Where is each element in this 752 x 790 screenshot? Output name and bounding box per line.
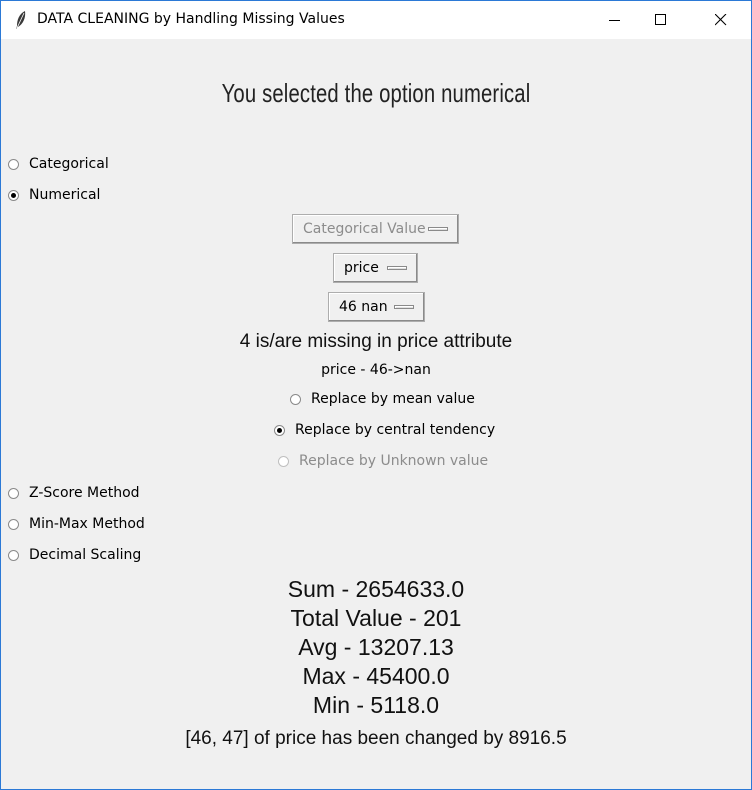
title-bar: DATA CLEANING by Handling Missing Values bbox=[1, 1, 751, 39]
radio-label: Min-Max Method bbox=[29, 516, 145, 532]
maximize-button[interactable] bbox=[638, 1, 684, 39]
radio-indicator bbox=[8, 189, 19, 201]
change-message: [46, 47] of price has been changed by 89… bbox=[185, 728, 567, 749]
app-window: DATA CLEANING by Handling Missing Values… bbox=[0, 0, 752, 790]
window-title: DATA CLEANING by Handling Missing Values bbox=[37, 11, 345, 27]
page-heading: You selected the option numerical bbox=[221, 78, 531, 108]
stat-total: Total Value - 201 bbox=[290, 605, 462, 631]
close-icon bbox=[715, 14, 727, 26]
radio-indicator bbox=[290, 393, 301, 405]
radio-label: Categorical bbox=[29, 156, 109, 172]
close-button[interactable] bbox=[698, 1, 744, 39]
dropdown-indicator-icon bbox=[428, 227, 448, 231]
radio-indicator bbox=[8, 518, 19, 530]
radio-replace-central-tendency[interactable]: Replace by central tendency bbox=[274, 422, 495, 438]
radio-indicator bbox=[8, 487, 19, 499]
missing-info-label: 4 is/are missing in price attribute bbox=[239, 331, 513, 352]
radio-label: Replace by Unknown value bbox=[299, 453, 489, 469]
radio-indicator bbox=[8, 158, 19, 170]
dropdown-value: Categorical Value bbox=[303, 221, 426, 237]
radio-label: Replace by central tendency bbox=[295, 422, 496, 438]
radio-min-max[interactable]: Min-Max Method bbox=[8, 516, 145, 532]
radio-label: Decimal Scaling bbox=[29, 547, 142, 563]
dropdown-value: 46 nan bbox=[339, 299, 388, 315]
radio-categorical[interactable]: Categorical bbox=[8, 156, 109, 172]
radio-label: Numerical bbox=[29, 187, 101, 203]
selected-cell-label: price - 46->nan bbox=[321, 362, 431, 378]
stat-avg: Avg - 13207.13 bbox=[298, 634, 454, 660]
stat-sum: Sum - 2654633.0 bbox=[287, 576, 465, 602]
dropdown-indicator-icon bbox=[387, 266, 407, 270]
radio-label: Replace by mean value bbox=[311, 391, 475, 407]
dropdown-indicator-icon bbox=[394, 305, 414, 309]
mode-dropdown[interactable]: Categorical Value bbox=[292, 214, 459, 244]
radio-decimal-scaling[interactable]: Decimal Scaling bbox=[8, 547, 141, 563]
row-dropdown[interactable]: 46 nan bbox=[328, 292, 425, 322]
minimize-button[interactable] bbox=[592, 1, 638, 39]
dropdown-value: price bbox=[344, 260, 379, 276]
radio-indicator bbox=[278, 455, 289, 467]
radio-indicator bbox=[274, 424, 285, 436]
stat-max: Max - 45400.0 bbox=[302, 663, 450, 689]
radio-indicator bbox=[8, 549, 19, 561]
radio-numerical[interactable]: Numerical bbox=[8, 187, 100, 203]
radio-label: Z-Score Method bbox=[29, 485, 140, 501]
feather-icon bbox=[16, 11, 26, 29]
minimize-icon bbox=[609, 20, 620, 21]
radio-z-score[interactable]: Z-Score Method bbox=[8, 485, 140, 501]
radio-replace-mean[interactable]: Replace by mean value bbox=[290, 391, 475, 407]
radio-replace-unknown[interactable]: Replace by Unknown value bbox=[278, 453, 488, 469]
maximize-icon bbox=[655, 14, 666, 25]
stat-min: Min - 5118.0 bbox=[312, 692, 440, 718]
attribute-dropdown[interactable]: price bbox=[333, 253, 418, 283]
